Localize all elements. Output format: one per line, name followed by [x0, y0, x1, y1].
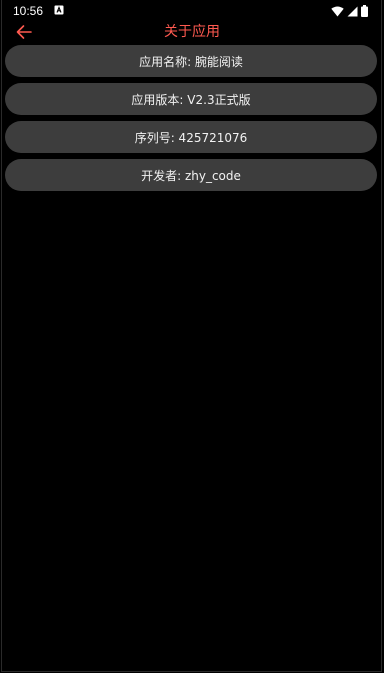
battery-icon — [361, 5, 368, 17]
status-bar: 10:56 — [0, 0, 384, 22]
signal-icon — [347, 6, 358, 16]
app-version-item[interactable]: 应用版本: V2.3正式版 — [5, 83, 377, 115]
app-name-item[interactable]: 应用名称: 腕能阅读 — [5, 45, 377, 77]
serial-number-item[interactable]: 序列号: 425721076 — [5, 121, 377, 153]
status-time: 10:56 — [13, 4, 44, 18]
app-bar: 关于应用 — [0, 20, 384, 44]
wifi-icon — [331, 6, 344, 16]
a-notification-icon — [54, 5, 64, 15]
developer-item[interactable]: 开发者: zhy_code — [5, 159, 377, 191]
page-title: 关于应用 — [164, 24, 220, 40]
info-list: 应用名称: 腕能阅读 应用版本: V2.3正式版 序列号: 425721076 … — [5, 45, 377, 197]
status-icons — [331, 4, 368, 18]
